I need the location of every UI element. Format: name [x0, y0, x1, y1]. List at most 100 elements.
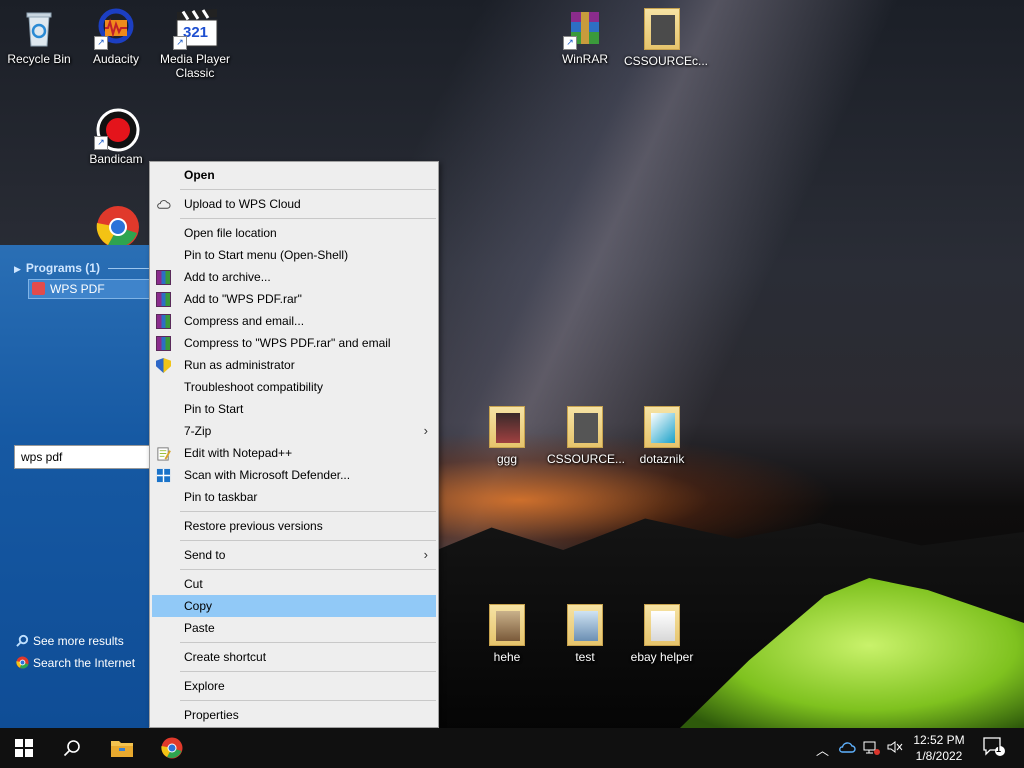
folder-icon [644, 406, 680, 448]
desktop-folder-cssource-top[interactable]: CSSOURCEc... [624, 8, 709, 68]
desktop-icon-label: Bandicam [89, 152, 143, 166]
taskbar-file-explorer[interactable] [98, 728, 146, 768]
start-menu: ▶ Programs (1) WPS PDF See more results S… [0, 245, 150, 728]
desktop-icon-media-player-classic[interactable]: 321 ↗ Media Player Classic [157, 8, 233, 80]
menu-item-label: Pin to taskbar [184, 490, 258, 504]
volume-muted-icon[interactable] [886, 739, 904, 758]
desktop-folder-test[interactable]: test [547, 604, 623, 664]
desktop-icon-label: hehe [493, 650, 521, 664]
menu-item-paste[interactable]: Paste [152, 617, 436, 639]
menu-item-label: Edit with Notepad++ [184, 446, 293, 460]
folder-icon [489, 604, 525, 646]
taskbar-clock[interactable]: 12:52 PM 1/8/2022 [904, 732, 974, 764]
winrar-icon: ↗ [563, 8, 605, 50]
desktop-folder-dotaznik[interactable]: dotaznik [624, 406, 700, 466]
folder-icon [644, 604, 680, 646]
desktop-icon-bandicam[interactable]: ↗ Bandicam [78, 108, 154, 166]
menu-item-7zip[interactable]: 7-Zip › [152, 420, 436, 442]
menu-item-add-to-rar[interactable]: Add to "WPS PDF.rar" [152, 288, 436, 310]
menu-item-label: 7-Zip [184, 424, 212, 438]
menu-item-label: Run as administrator [184, 358, 295, 372]
menu-item-cut[interactable]: Cut [152, 573, 436, 595]
menu-item-open-file-location[interactable]: Open file location [152, 222, 436, 244]
menu-item-add-to-archive[interactable]: Add to archive... [152, 266, 436, 288]
menu-item-label: Explore [184, 679, 225, 693]
desktop-folder-ggg[interactable]: ggg [469, 406, 545, 466]
menu-item-pin-start-open-shell[interactable]: Pin to Start menu (Open-Shell) [152, 244, 436, 266]
menu-item-open[interactable]: Open [152, 164, 436, 186]
menu-item-pin-taskbar[interactable]: Pin to taskbar [152, 486, 436, 508]
menu-item-properties[interactable]: Properties [152, 704, 436, 726]
menu-separator [180, 569, 436, 570]
desktop-icon-winrar[interactable]: ↗ WinRAR [547, 8, 623, 66]
desktop-icon-label: Media Player Classic [159, 52, 231, 80]
submenu-arrow-icon: › [423, 547, 428, 562]
desktop-icon-label: dotaznik [639, 452, 685, 466]
recycle-bin-icon [19, 8, 59, 48]
menu-item-label: Scan with Microsoft Defender... [184, 468, 351, 482]
menu-item-label: Copy [184, 599, 213, 613]
desktop-icon-label: WinRAR [561, 52, 608, 66]
chrome-icon [161, 737, 183, 759]
menu-item-label: Open [184, 168, 215, 182]
menu-item-label: Add to archive... [184, 270, 271, 284]
menu-item-send-to[interactable]: Send to › [152, 544, 436, 566]
start-search-input[interactable] [14, 445, 150, 469]
desktop-icon-label: CSSOURCE... [547, 452, 626, 466]
desktop-icon-label: ggg [496, 452, 518, 466]
menu-separator [180, 540, 436, 541]
desktop-folder-hehe[interactable]: hehe [469, 604, 545, 664]
menu-item-create-shortcut[interactable]: Create shortcut [152, 646, 436, 668]
desktop-folder-ebay-helper[interactable]: ebay helper [624, 604, 700, 664]
menu-item-troubleshoot[interactable]: Troubleshoot compatibility [152, 376, 436, 398]
menu-item-explore[interactable]: Explore [152, 675, 436, 697]
action-center-button[interactable]: 1 [983, 737, 1005, 760]
cloud-icon [157, 200, 171, 209]
menu-item-pin-to-start[interactable]: Pin to Start [152, 398, 436, 420]
menu-item-label: Pin to Start [184, 402, 244, 416]
chrome-icon [16, 656, 29, 669]
menu-item-compress-rar-email[interactable]: Compress to "WPS PDF.rar" and email [152, 332, 436, 354]
desktop-icon-label: test [575, 650, 595, 664]
defender-icon [156, 468, 171, 483]
show-hidden-icons-chevron[interactable]: ︿ [816, 740, 829, 759]
see-more-results-link[interactable]: See more results [16, 634, 124, 648]
search-internet-label: Search the Internet [33, 656, 136, 670]
record-icon: ↗ [94, 108, 140, 152]
search-internet-link[interactable]: Search the Internet [16, 656, 135, 670]
programs-divider [108, 268, 150, 269]
start-button[interactable] [0, 728, 48, 768]
menu-item-upload-wps-cloud[interactable]: Upload to WPS Cloud [152, 193, 436, 215]
menu-item-label: Compress and email... [184, 314, 305, 328]
menu-item-label: Pin to Start menu (Open-Shell) [184, 248, 349, 262]
programs-header[interactable]: ▶ Programs (1) [14, 261, 100, 275]
taskbar: ︿ 12:52 PM 1/8/2022 1 [0, 728, 1024, 768]
search-icon [63, 739, 80, 756]
taskbar-search-button[interactable] [48, 728, 96, 768]
folder-icon [567, 604, 603, 646]
desktop-icon-chrome[interactable] [78, 205, 154, 248]
shortcut-arrow-icon: ↗ [173, 36, 187, 50]
audacity-icon: ↗ [94, 8, 136, 50]
onedrive-cloud-icon[interactable] [838, 739, 856, 758]
uac-shield-icon [156, 358, 171, 373]
network-icon[interactable] [862, 739, 880, 758]
menu-item-edit-notepadpp[interactable]: Edit with Notepad++ [152, 442, 436, 464]
menu-item-restore-versions[interactable]: Restore previous versions [152, 515, 436, 537]
desktop-icon-audacity[interactable]: ↗ Audacity [78, 8, 154, 66]
menu-item-label: Properties [184, 708, 239, 722]
menu-item-scan-defender[interactable]: Scan with Microsoft Defender... [152, 464, 436, 486]
desktop-icon-recycle-bin[interactable]: Recycle Bin [1, 8, 77, 66]
menu-item-compress-email[interactable]: Compress and email... [152, 310, 436, 332]
taskbar-chrome[interactable] [148, 728, 196, 768]
menu-item-copy[interactable]: Copy [152, 595, 436, 617]
desktop-icon-label: CSSOURCEc... [624, 54, 709, 68]
search-result-wps-pdf[interactable]: WPS PDF [28, 279, 150, 299]
menu-separator [180, 671, 436, 672]
menu-item-run-as-admin[interactable]: Run as administrator [152, 354, 436, 376]
desktop-icon-label: Audacity [92, 52, 140, 66]
windows-logo-icon [15, 738, 33, 757]
menu-item-label: Compress to "WPS PDF.rar" and email [184, 336, 391, 350]
desktop-folder-cssource-mid[interactable]: CSSOURCE... [547, 406, 626, 466]
clock-date: 1/8/2022 [915, 749, 963, 763]
